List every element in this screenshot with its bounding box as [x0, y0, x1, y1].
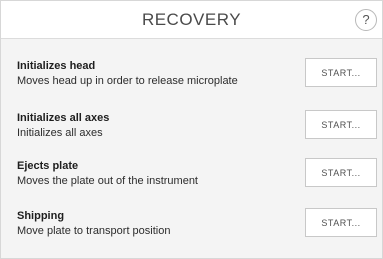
row-description: Initializes all axes [17, 127, 103, 139]
start-shipping-button[interactable]: START... [305, 208, 377, 237]
row-title: Ejects plate [17, 160, 79, 172]
help-button[interactable]: ? [355, 9, 377, 31]
recovery-row-initialize-head: Initializes head Moves head up in order … [1, 55, 382, 104]
recovery-row-shipping: Shipping Move plate to transport positio… [1, 205, 382, 254]
start-initialize-axes-button[interactable]: START... [305, 110, 377, 139]
row-description: Move plate to transport position [17, 225, 171, 237]
row-title: Shipping [17, 210, 65, 222]
row-description: Moves the plate out of the instrument [17, 175, 198, 187]
row-title: Initializes head [17, 60, 96, 72]
recovery-panel: RECOVERY ? Initializes head Moves head u… [0, 0, 383, 259]
panel-header: RECOVERY ? [1, 1, 382, 39]
start-eject-plate-button[interactable]: START... [305, 158, 377, 187]
recovery-row-eject-plate: Ejects plate Moves the plate out of the … [1, 155, 382, 204]
row-title: Initializes all axes [17, 112, 110, 124]
page-title: RECOVERY [141, 10, 242, 29]
row-description: Moves head up in order to release microp… [17, 75, 238, 87]
recovery-row-initialize-axes: Initializes all axes Initializes all axe… [1, 107, 382, 156]
start-initialize-head-button[interactable]: START... [305, 58, 377, 87]
